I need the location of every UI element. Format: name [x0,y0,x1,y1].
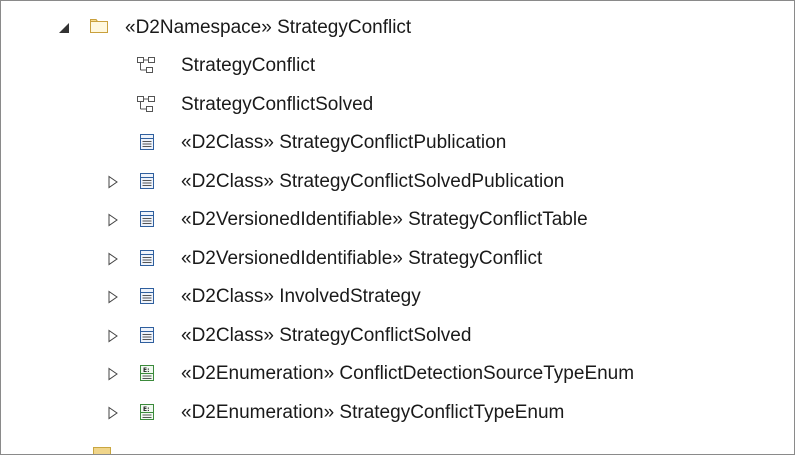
partial-folder-icon [93,447,111,454]
svg-text:E:: E: [143,406,150,413]
expanded-triangle-icon[interactable] [58,21,70,35]
tree-node[interactable]: StrategyConflict [1,47,794,85]
tree-node[interactable]: «D2Class» InvolvedStrategy [1,278,794,316]
tree-node-label: «D2Enumeration» ConflictDetectionSourceT… [181,363,635,384]
collapsed-triangle-icon[interactable] [107,252,119,266]
class-icon [138,133,156,151]
tree-node[interactable]: «D2Class» StrategyConflictSolved [1,317,794,355]
collapsed-triangle-icon[interactable] [107,290,119,304]
tree-node-label: «D2Class» InvolvedStrategy [181,286,421,307]
collapsed-triangle-icon[interactable] [107,329,119,343]
class-icon [138,326,156,344]
collapsed-triangle-icon[interactable] [107,367,119,381]
tree-node-label: StrategyConflict [181,55,316,76]
diagram-icon [136,95,155,113]
tree-node-label: «D2Class» StrategyConflictSolvedPublicat… [181,170,565,192]
collapsed-triangle-icon[interactable] [107,213,119,227]
enumeration-icon: E: [138,403,156,421]
tree-node-label: «D2Enumeration» StrategyConflictTypeEnum [181,401,565,423]
project-browser-panel: «D2Namespace» StrategyConflict StrategyC… [0,0,795,455]
tree-node-label: «D2VersionedIdentifiable» StrategyConfli… [181,247,543,269]
folder-icon [89,16,108,34]
tree-node-label: «D2Namespace» StrategyConflict [125,17,412,38]
tree-node-label: «D2Class» StrategyConflictSolved [181,324,472,346]
tree-node-label: «D2Class» StrategyConflictPublication [181,132,507,153]
class-icon [138,210,156,228]
tree-node[interactable]: StrategyConflictSolved [1,86,794,124]
diagram-icon [136,56,155,74]
class-icon [138,249,156,267]
tree-node[interactable]: E: «D2Enumeration» ConflictDetectionSourc… [1,355,794,393]
model-tree: «D2Namespace» StrategyConflict StrategyC… [1,1,794,454]
tree-node[interactable]: «D2VersionedIdentifiable» StrategyConfli… [1,240,794,278]
svg-text:E:: E: [143,367,150,374]
tree-node[interactable]: «D2Class» StrategyConflictPublication [1,124,794,162]
tree-node-label: StrategyConflictSolved [181,93,374,115]
tree-node[interactable]: «D2VersionedIdentifiable» StrategyConfli… [1,201,794,239]
collapsed-triangle-icon[interactable] [107,175,119,189]
class-icon [138,287,156,305]
tree-node[interactable]: «D2Class» StrategyConflictSolvedPublicat… [1,163,794,201]
tree-node-label: «D2VersionedIdentifiable» StrategyConfli… [181,209,588,230]
tree-node-root[interactable]: «D2Namespace» StrategyConflict [1,9,794,47]
collapsed-triangle-icon[interactable] [107,406,119,420]
tree-node[interactable]: E: «D2Enumeration» StrategyConflictTypeEn… [1,394,794,432]
enumeration-icon: E: [138,364,156,382]
class-icon [138,172,156,190]
